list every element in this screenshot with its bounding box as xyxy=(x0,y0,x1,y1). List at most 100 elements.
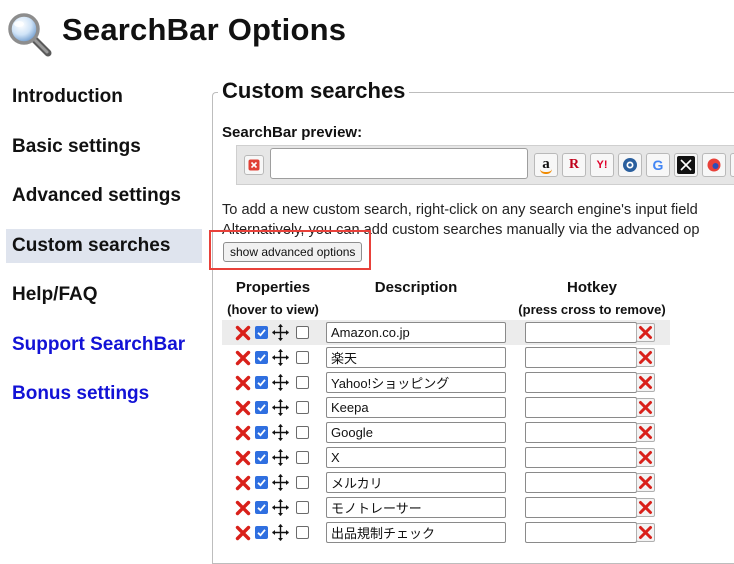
table-row xyxy=(222,345,734,370)
move-handle-icon[interactable] xyxy=(271,373,290,392)
enabled-checkbox[interactable] xyxy=(255,351,268,364)
sidebar-item-introduction[interactable]: Introduction xyxy=(6,80,202,114)
sidebar-item-basic-settings[interactable]: Basic settings xyxy=(6,130,202,164)
description-input[interactable] xyxy=(326,422,506,443)
delete-search-icon[interactable] xyxy=(235,500,251,516)
delete-search-icon[interactable] xyxy=(235,350,251,366)
help-text-line-1: To add a new custom search, right-click … xyxy=(222,202,698,218)
enabled-checkbox[interactable] xyxy=(255,376,268,389)
delete-search-icon[interactable] xyxy=(235,450,251,466)
option-checkbox[interactable] xyxy=(296,501,309,514)
table-row xyxy=(222,320,670,345)
col-subheader-properties: (hover to view) xyxy=(227,302,319,317)
remove-hotkey-icon[interactable] xyxy=(636,473,655,492)
enabled-checkbox[interactable] xyxy=(255,426,268,439)
sidebar-item-advanced-settings[interactable]: Advanced settings xyxy=(6,179,202,213)
description-input[interactable] xyxy=(326,522,506,543)
move-handle-icon[interactable] xyxy=(271,523,290,542)
enabled-checkbox[interactable] xyxy=(255,451,268,464)
table-row xyxy=(222,495,734,520)
enabled-checkbox[interactable] xyxy=(255,326,268,339)
amazon-icon[interactable]: a xyxy=(534,153,558,177)
option-checkbox[interactable] xyxy=(296,426,309,439)
hotkey-input[interactable] xyxy=(525,447,637,468)
description-input[interactable] xyxy=(326,372,506,393)
table-row xyxy=(222,395,734,420)
option-checkbox[interactable] xyxy=(296,526,309,539)
description-input[interactable] xyxy=(326,497,506,518)
enabled-checkbox[interactable] xyxy=(255,401,268,414)
section-title: Custom searches xyxy=(218,78,410,104)
yahoo-icon[interactable]: Y! xyxy=(590,153,614,177)
keepa-icon[interactable] xyxy=(618,153,642,177)
hotkey-input[interactable] xyxy=(525,497,637,518)
option-checkbox[interactable] xyxy=(296,401,309,414)
option-checkbox[interactable] xyxy=(296,451,309,464)
description-input[interactable] xyxy=(326,347,506,368)
col-header-description: Description xyxy=(374,279,458,296)
preview-label: SearchBar preview: xyxy=(222,124,363,141)
hotkey-input[interactable] xyxy=(525,472,637,493)
preview-search-input[interactable] xyxy=(270,148,528,179)
move-handle-icon[interactable] xyxy=(271,448,290,467)
option-checkbox[interactable] xyxy=(296,476,309,489)
mercari-icon[interactable] xyxy=(702,153,726,177)
delete-search-icon[interactable] xyxy=(235,400,251,416)
magnifier-logo-icon xyxy=(6,11,52,57)
remove-hotkey-icon[interactable] xyxy=(636,323,655,342)
hotkey-input[interactable] xyxy=(525,397,637,418)
option-checkbox[interactable] xyxy=(296,351,309,364)
hotkey-input[interactable] xyxy=(525,522,637,543)
move-handle-icon[interactable] xyxy=(271,398,290,417)
enabled-checkbox[interactable] xyxy=(255,476,268,489)
description-input[interactable] xyxy=(326,322,506,343)
delete-search-icon[interactable] xyxy=(235,325,251,341)
remove-hotkey-icon[interactable] xyxy=(636,373,655,392)
table-row xyxy=(222,370,734,395)
remove-hotkey-icon[interactable] xyxy=(636,523,655,542)
move-handle-icon[interactable] xyxy=(271,423,290,442)
delete-search-icon[interactable] xyxy=(235,375,251,391)
table-row xyxy=(222,445,734,470)
remove-hotkey-icon[interactable] xyxy=(636,348,655,367)
remove-hotkey-icon[interactable] xyxy=(636,498,655,517)
sidebar-item-bonus-settings[interactable]: Bonus settings xyxy=(6,377,202,411)
move-handle-icon[interactable] xyxy=(271,348,290,367)
sidebar-nav: Introduction Basic settings Advanced set… xyxy=(6,80,202,427)
remove-hotkey-icon[interactable] xyxy=(636,423,655,442)
table-row xyxy=(222,420,734,445)
sidebar-item-custom-searches[interactable]: Custom searches xyxy=(6,228,202,263)
hotkey-input[interactable] xyxy=(525,372,637,393)
close-searchbar-icon[interactable] xyxy=(244,155,264,175)
custom-searches-table xyxy=(222,320,734,545)
more-engines-icon[interactable] xyxy=(730,153,734,177)
rakuten-icon[interactable]: R xyxy=(562,153,586,177)
remove-hotkey-icon[interactable] xyxy=(636,448,655,467)
move-handle-icon[interactable] xyxy=(271,473,290,492)
x-icon[interactable] xyxy=(674,153,698,177)
option-checkbox[interactable] xyxy=(296,326,309,339)
show-advanced-options-button[interactable]: show advanced options xyxy=(223,242,363,262)
option-checkbox[interactable] xyxy=(296,376,309,389)
hotkey-input[interactable] xyxy=(525,422,637,443)
description-input[interactable] xyxy=(326,447,506,468)
sidebar-item-support-searchbar[interactable]: Support SearchBar xyxy=(6,328,202,362)
enabled-checkbox[interactable] xyxy=(255,526,268,539)
col-subheader-hotkey: (press cross to remove) xyxy=(518,302,666,317)
description-input[interactable] xyxy=(326,397,506,418)
delete-search-icon[interactable] xyxy=(235,525,251,541)
delete-search-icon[interactable] xyxy=(235,475,251,491)
page-title: SearchBar Options xyxy=(62,12,347,47)
hotkey-input[interactable] xyxy=(525,347,637,368)
move-handle-icon[interactable] xyxy=(271,498,290,517)
table-row xyxy=(222,520,734,545)
page-header xyxy=(6,6,52,62)
move-handle-icon[interactable] xyxy=(271,323,290,342)
google-icon[interactable]: G xyxy=(646,153,670,177)
enabled-checkbox[interactable] xyxy=(255,501,268,514)
delete-search-icon[interactable] xyxy=(235,425,251,441)
remove-hotkey-icon[interactable] xyxy=(636,398,655,417)
description-input[interactable] xyxy=(326,472,506,493)
sidebar-item-help-faq[interactable]: Help/FAQ xyxy=(6,278,202,312)
hotkey-input[interactable] xyxy=(525,322,637,343)
